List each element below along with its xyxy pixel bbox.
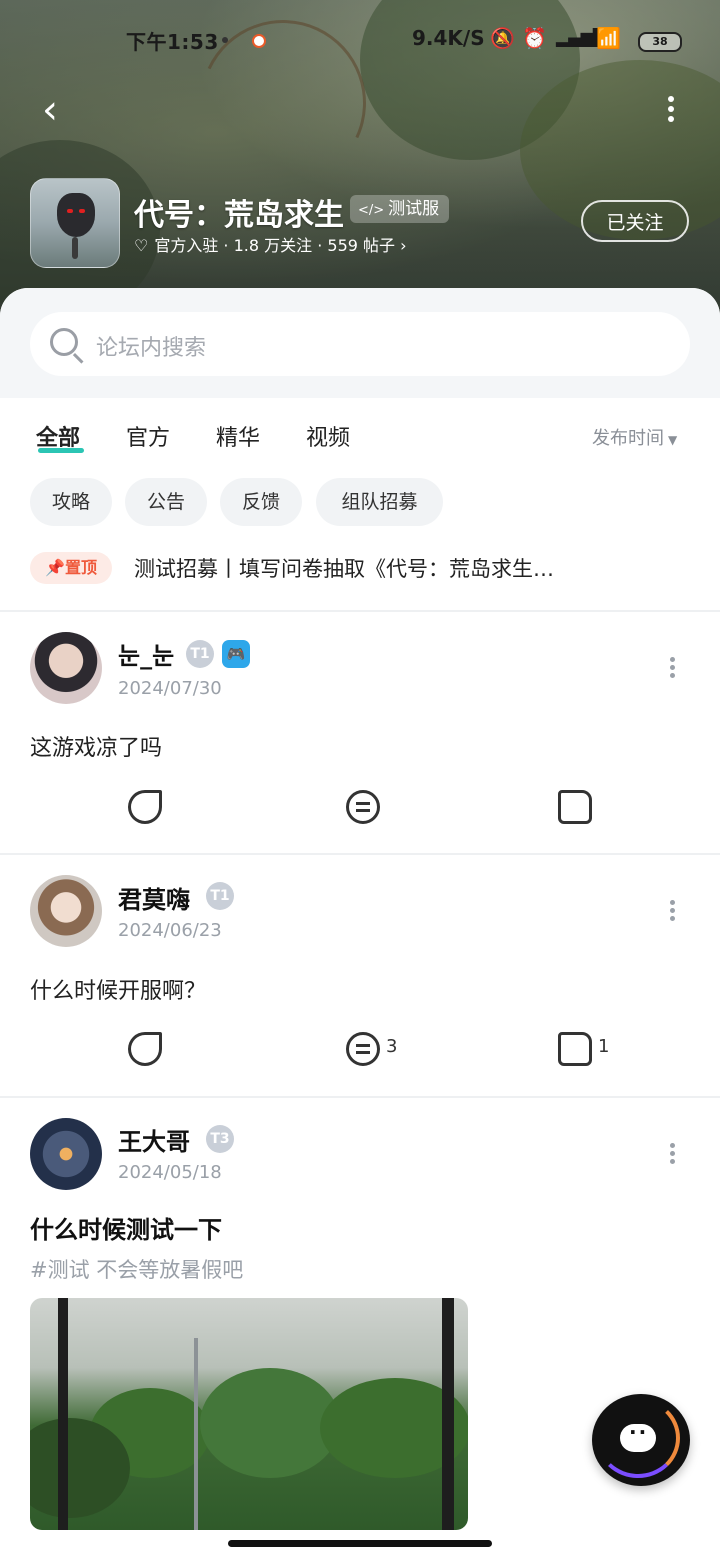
tab-video[interactable]: 视频 [306,420,350,452]
more-options-button[interactable] [656,92,686,132]
network-speed: 9.4K/S [412,26,485,50]
home-indicator[interactable] [228,1540,492,1547]
pinned-post-link[interactable]: 测试招募丨填写问卷抽取《代号：荒岛求生… [134,553,674,583]
share-icon [128,1032,162,1066]
post-more-button[interactable] [660,897,684,927]
chip-notice[interactable]: 公告 [125,478,207,526]
post-date: 2024/05/18 [118,1162,222,1183]
beta-tag: </> 测试服 [350,195,450,223]
post-image[interactable] [30,1298,468,1530]
code-icon: </> [358,203,385,218]
comment-icon [346,790,380,824]
comment-icon [346,1032,380,1066]
post-title[interactable]: 什么时候测试一下 [30,1210,222,1245]
game-meta[interactable]: ♡ 官方入驻 · 1.8 万关注 · 559 帖子 › [134,232,407,256]
post-body[interactable]: 这游戏凉了吗 [30,730,162,762]
tab-featured[interactable]: 精华 [216,420,260,452]
chat-fab-button[interactable] [592,1394,690,1486]
chip-team-recruit[interactable]: 组队招募 [316,478,443,526]
level-badge: T3 [206,1125,234,1153]
post-more-button[interactable] [660,1140,684,1170]
thumbs-up-icon [558,1032,592,1066]
post-body[interactable]: 什么时候开服啊？ [30,973,206,1005]
share-icon [128,790,162,824]
sort-dropdown[interactable]: 发布时间 ▼ [592,424,677,450]
verified-heart-icon: ♡ [134,236,149,255]
post-author[interactable]: 눈_눈 [118,636,174,671]
chip-guide[interactable]: 攻略 [30,478,112,526]
post-tag-line[interactable]: #测试 不会等放暑假吧 [30,1254,243,1284]
gamepad-icon: 🎮 [222,640,250,668]
follow-button[interactable]: 已关注 [581,200,689,242]
chat-bubble-icon [620,1420,656,1452]
level-badge: T1 [186,640,214,668]
chip-feedback[interactable]: 反馈 [220,478,302,526]
avatar[interactable] [30,875,102,947]
level-badge: T1 [206,882,234,910]
thumbs-up-icon [558,790,592,824]
divider [0,610,720,612]
wifi-icon: 📶 [596,26,621,50]
divider [0,1096,720,1098]
back-button[interactable]: ‹ [30,90,70,130]
post-author[interactable]: 君莫嗨 [118,880,190,915]
game-icon[interactable] [30,178,120,268]
divider [0,853,720,855]
tab-official[interactable]: 官方 [126,420,170,452]
status-bar: 下午1:53 9.4K/S 🔕 ⏰ ▂▄▆█ 📶 38 [0,22,720,58]
avatar[interactable] [30,1118,102,1190]
alarm-icon: ⏰ [522,26,547,50]
pinned-badge: 📌置顶 [30,552,112,584]
tab-indicator [38,448,84,453]
pin-icon: 📌 [45,558,65,577]
avatar[interactable] [30,632,102,704]
search-icon [50,328,78,356]
wolf-icon [57,193,95,237]
chevron-down-icon: ▼ [668,433,678,447]
recording-icon [252,34,266,48]
search-placeholder[interactable]: 论坛内搜索 [96,330,206,362]
mute-bell-icon: 🔕 [490,26,515,50]
status-time: 下午1:53 [126,30,219,54]
post-author[interactable]: 王大哥 [118,1122,190,1157]
status-dot-icon [222,37,228,43]
post-more-button[interactable] [660,654,684,684]
post-date: 2024/06/23 [118,920,222,941]
comment-count: 3 [386,1036,398,1057]
game-title: 代号：荒岛求生 [134,198,344,233]
like-count: 1 [598,1036,610,1057]
post-date: 2024/07/30 [118,678,222,699]
battery-icon: 38 [638,32,682,52]
